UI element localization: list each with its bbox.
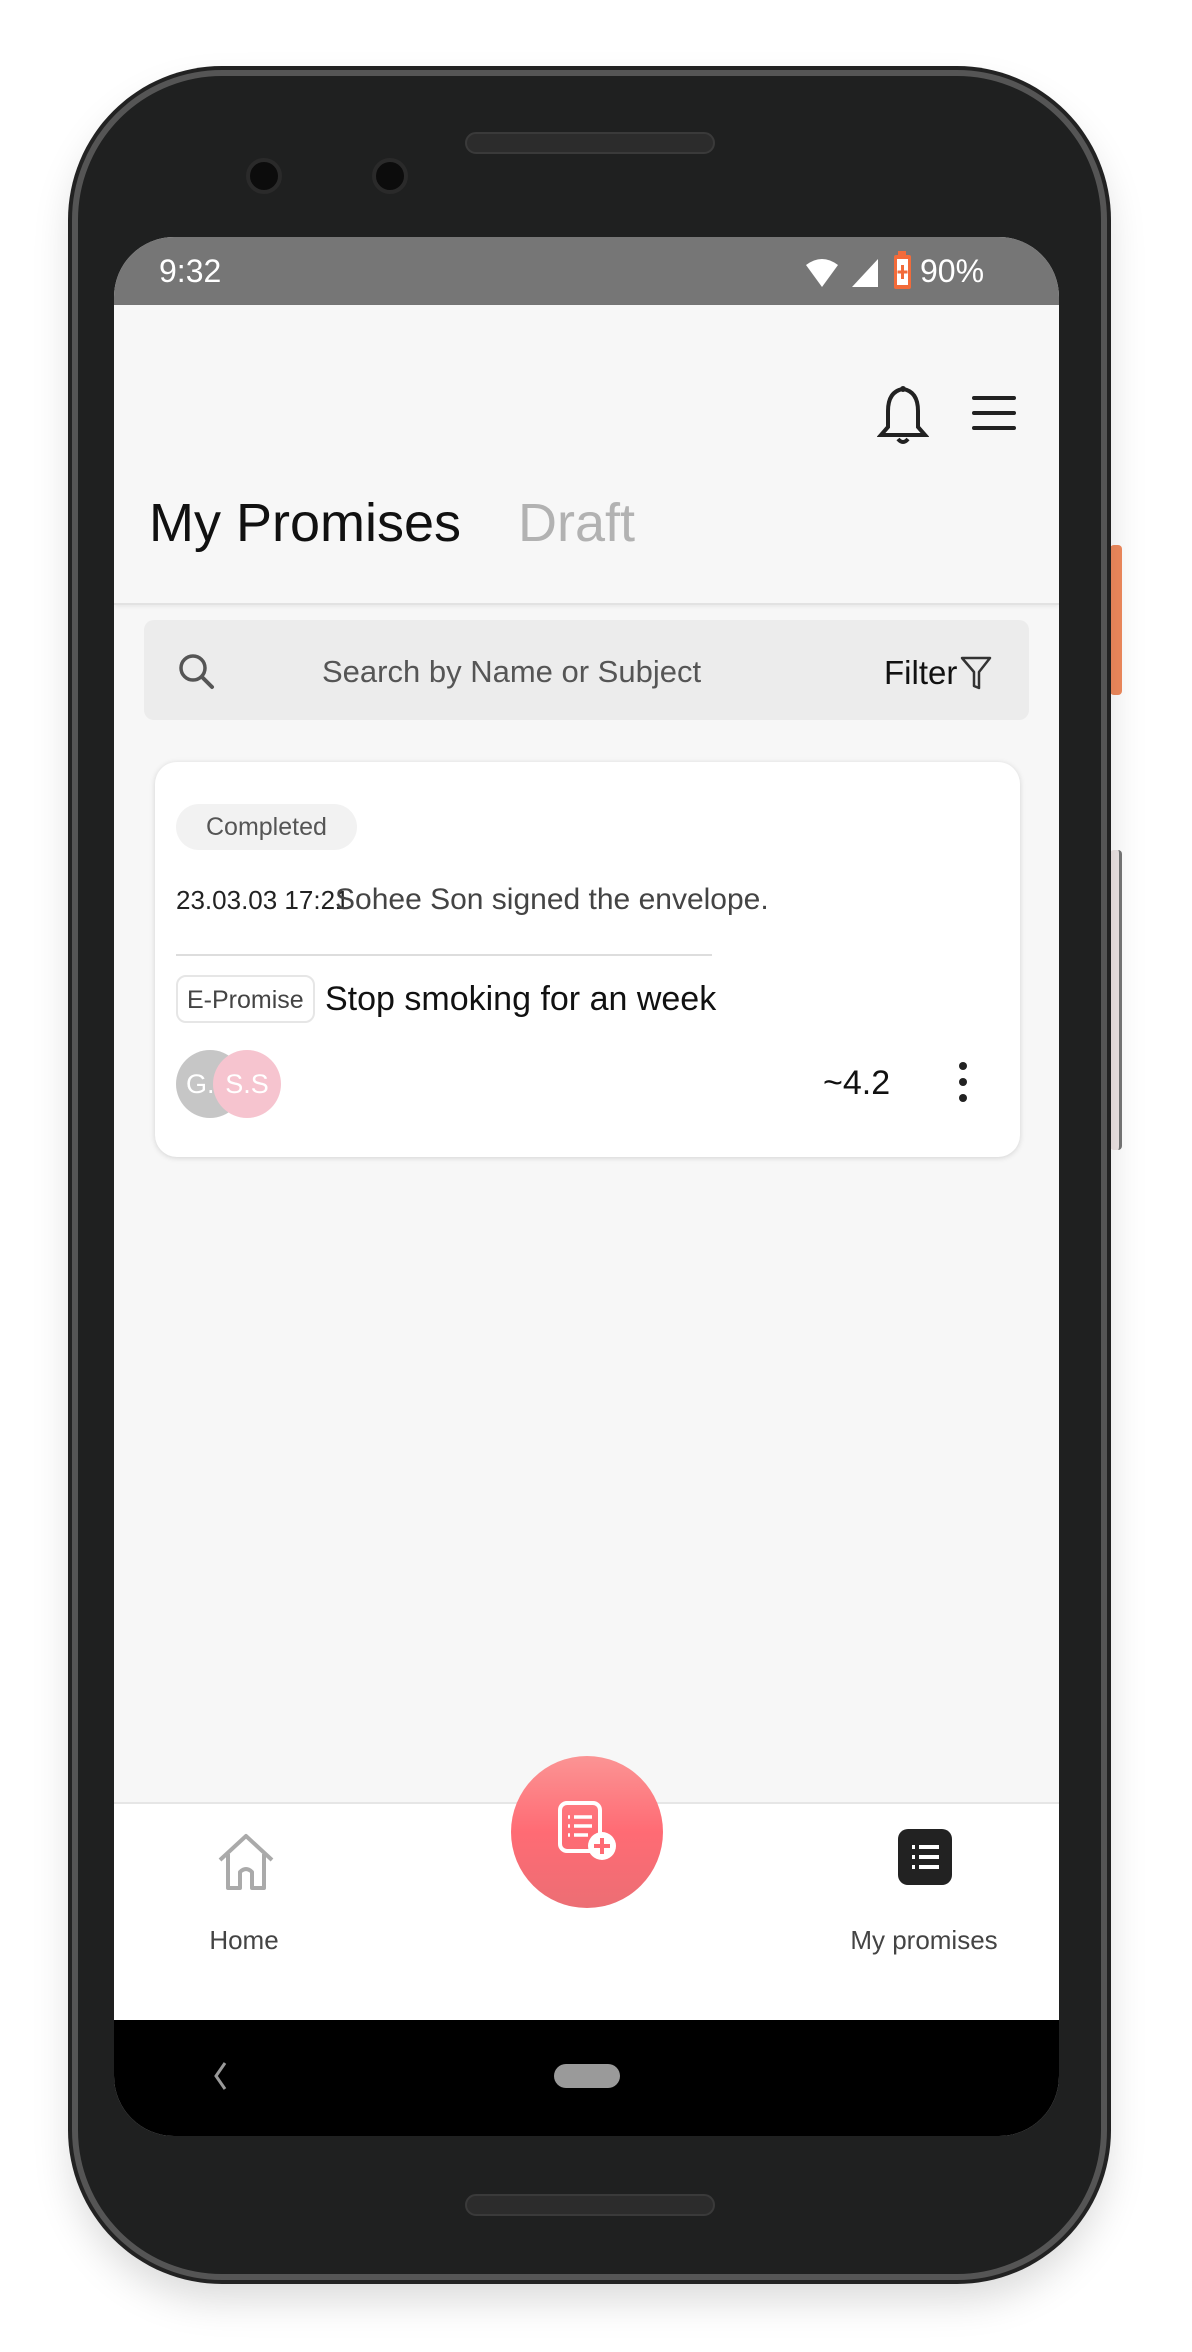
list-icon <box>898 1829 952 1885</box>
home-pill[interactable] <box>554 2064 620 2088</box>
nav-label: Home <box>209 1925 279 1955</box>
activity-text: Sohee Son signed the envelope. <box>335 883 769 916</box>
nav-item-my-promises[interactable]: My promises <box>834 1824 1014 1964</box>
app-header <box>114 305 1059 605</box>
divider <box>176 954 712 956</box>
promise-card[interactable]: Completed 23.03.03 17:21 Sohee Son signe… <box>155 762 1020 1157</box>
status-bar: 9:32 90% <box>114 237 1059 305</box>
battery-charging-icon <box>894 251 911 289</box>
screen: 9:32 90% My Promises Draft Search by Nam… <box>114 237 1059 2136</box>
filter-label[interactable]: Filter <box>884 654 957 692</box>
search-bar[interactable]: Search by Name or Subject Filter <box>144 620 1029 720</box>
system-nav-bar <box>114 2020 1059 2136</box>
camera-icon <box>372 158 408 194</box>
tab-my-promises[interactable]: My Promises <box>149 492 461 554</box>
type-badge: E-Promise <box>176 975 315 1023</box>
bell-icon[interactable] <box>877 385 929 447</box>
volume-button <box>1110 545 1122 695</box>
add-document-icon <box>558 1801 616 1860</box>
status-badge: Completed <box>176 804 357 850</box>
speaker <box>465 132 715 154</box>
camera-icon <box>246 158 282 194</box>
back-icon[interactable] <box>212 2060 228 2092</box>
activity-timestamp: 23.03.03 17:21 <box>176 885 350 915</box>
tab-draft[interactable]: Draft <box>518 492 635 554</box>
nav-label: My promises <box>850 1925 998 1955</box>
status-time: 9:32 <box>159 253 222 289</box>
search-icon <box>179 654 214 689</box>
nav-item-home[interactable]: Home <box>154 1824 334 1964</box>
menu-icon[interactable] <box>972 395 1016 431</box>
more-options-icon[interactable] <box>957 1058 969 1108</box>
speaker <box>465 2194 715 2216</box>
search-input[interactable]: Search by Name or Subject <box>322 654 701 690</box>
promise-title: Stop smoking for an week <box>325 980 717 1018</box>
date-range: ~4.2 <box>823 1064 891 1102</box>
power-button <box>1110 850 1122 1150</box>
home-icon <box>218 1834 274 1890</box>
battery-percent: 90% <box>920 253 985 289</box>
wifi-icon <box>806 259 878 287</box>
filter-icon[interactable] <box>960 656 992 690</box>
create-promise-button[interactable] <box>511 1756 663 1908</box>
avatar: S.S <box>213 1050 281 1118</box>
